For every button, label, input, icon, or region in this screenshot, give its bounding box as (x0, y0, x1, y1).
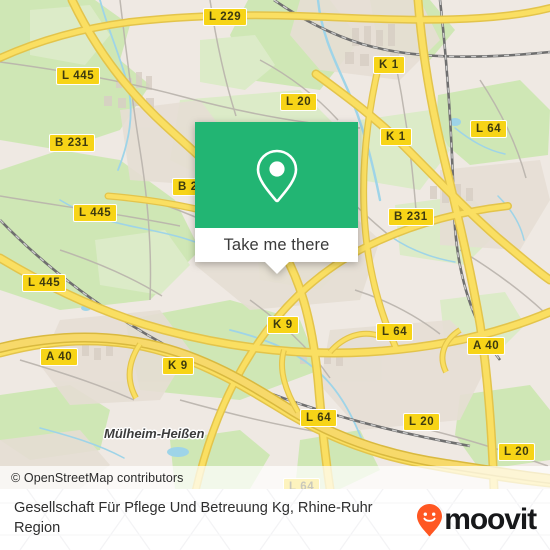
road-shield: L 20 (280, 93, 318, 111)
moovit-logo[interactable]: moovit (416, 503, 537, 537)
moovit-pin-icon (417, 504, 443, 537)
road-shield: A 40 (40, 348, 79, 366)
road-shield: L 229 (203, 8, 248, 26)
road-shield: L 20 (403, 413, 441, 431)
callout-icon-panel (195, 122, 358, 228)
road-shield: K 1 (373, 56, 405, 74)
road-shield: L 20 (498, 443, 536, 461)
footer-bar: Gesellschaft Für Pflege Und Betreuung Kg… (0, 489, 550, 550)
page-title: Gesellschaft Für Pflege Und Betreuung Kg… (14, 500, 373, 536)
map-pin-icon (256, 149, 297, 203)
road-shield: L 445 (73, 204, 118, 222)
callout-action-panel[interactable]: Take me there (195, 228, 358, 262)
road-shield: A 40 (467, 337, 506, 355)
location-callout-card[interactable]: Take me there (195, 122, 358, 274)
take-me-there-label: Take me there (223, 235, 330, 254)
road-shield: K 9 (162, 357, 194, 375)
moovit-wordmark: moovit (444, 503, 537, 536)
map-canvas[interactable]: L 229 K 1 L 20 L 445 K 1 L 64 B 231 B 2 … (0, 0, 550, 489)
place-label-mulheim-heissen: Mülheim-Heißen (104, 426, 205, 441)
map-attribution[interactable]: © OpenStreetMap contributors (0, 466, 550, 489)
road-shield: L 64 (376, 323, 414, 341)
road-shield: B 231 (49, 134, 95, 152)
road-shield: L 445 (56, 67, 101, 85)
road-shield: L 64 (300, 409, 338, 427)
callout-pointer (264, 262, 289, 274)
moovit-location-card: L 229 K 1 L 20 L 445 K 1 L 64 B 231 B 2 … (0, 0, 550, 550)
road-shield: K 9 (267, 316, 299, 334)
road-shield: L 445 (22, 274, 67, 292)
road-shield: L 64 (470, 120, 508, 138)
road-shield: K 1 (380, 128, 412, 146)
road-shield: B 231 (388, 208, 434, 226)
attribution-text: © OpenStreetMap contributors (11, 470, 184, 485)
